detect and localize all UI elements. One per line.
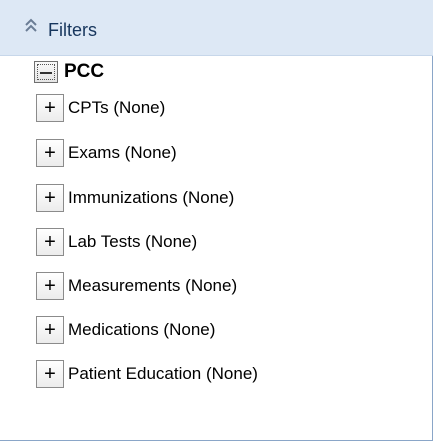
filters-collapse-toggle[interactable]: Filters: [0, 0, 433, 56]
tree-item-label: Medications (None): [68, 320, 216, 339]
tree-item-immunizations[interactable]: + Immunizations (None): [36, 184, 234, 212]
tree-item-label: CPTs (None): [68, 98, 166, 117]
expand-node-button[interactable]: +: [36, 184, 64, 212]
filters-title: Filters: [48, 20, 97, 40]
tree-item-exams[interactable]: + Exams (None): [36, 139, 177, 167]
tree-item-label: Exams (None): [68, 143, 177, 162]
expand-node-button[interactable]: +: [36, 316, 64, 344]
tree-item-cpts[interactable]: + CPTs (None): [36, 94, 165, 122]
tree-item-label: Measurements (None): [68, 276, 238, 295]
tree-item-medications[interactable]: + Medications (None): [36, 316, 215, 344]
tree-item-measurements[interactable]: + Measurements (None): [36, 272, 237, 300]
expand-node-button[interactable]: +: [36, 272, 64, 300]
tree-root-label: PCC: [64, 61, 105, 82]
tree-item-label: Immunizations (None): [68, 188, 235, 207]
expand-node-button[interactable]: +: [36, 360, 64, 388]
filter-tree: PCC + CPTs (None) + Exams (None) + Immun…: [0, 56, 433, 441]
filters-header: Filters: [0, 0, 433, 56]
expand-node-button[interactable]: +: [36, 139, 64, 167]
expand-node-button[interactable]: +: [36, 94, 64, 122]
tree-root-pcc[interactable]: PCC: [34, 60, 104, 84]
expand-node-button[interactable]: +: [36, 228, 64, 256]
tree-item-patient-education[interactable]: + Patient Education (None): [36, 360, 258, 388]
tree-item-lab-tests[interactable]: + Lab Tests (None): [36, 228, 197, 256]
collapse-node-icon[interactable]: [34, 61, 58, 83]
filters-panel: Filters PCC + CPTs (None) + Exams (None)…: [0, 0, 433, 441]
tree-item-label: Lab Tests (None): [68, 232, 198, 251]
double-chevron-up-icon[interactable]: [22, 17, 40, 35]
tree-item-label: Patient Education (None): [68, 364, 258, 383]
